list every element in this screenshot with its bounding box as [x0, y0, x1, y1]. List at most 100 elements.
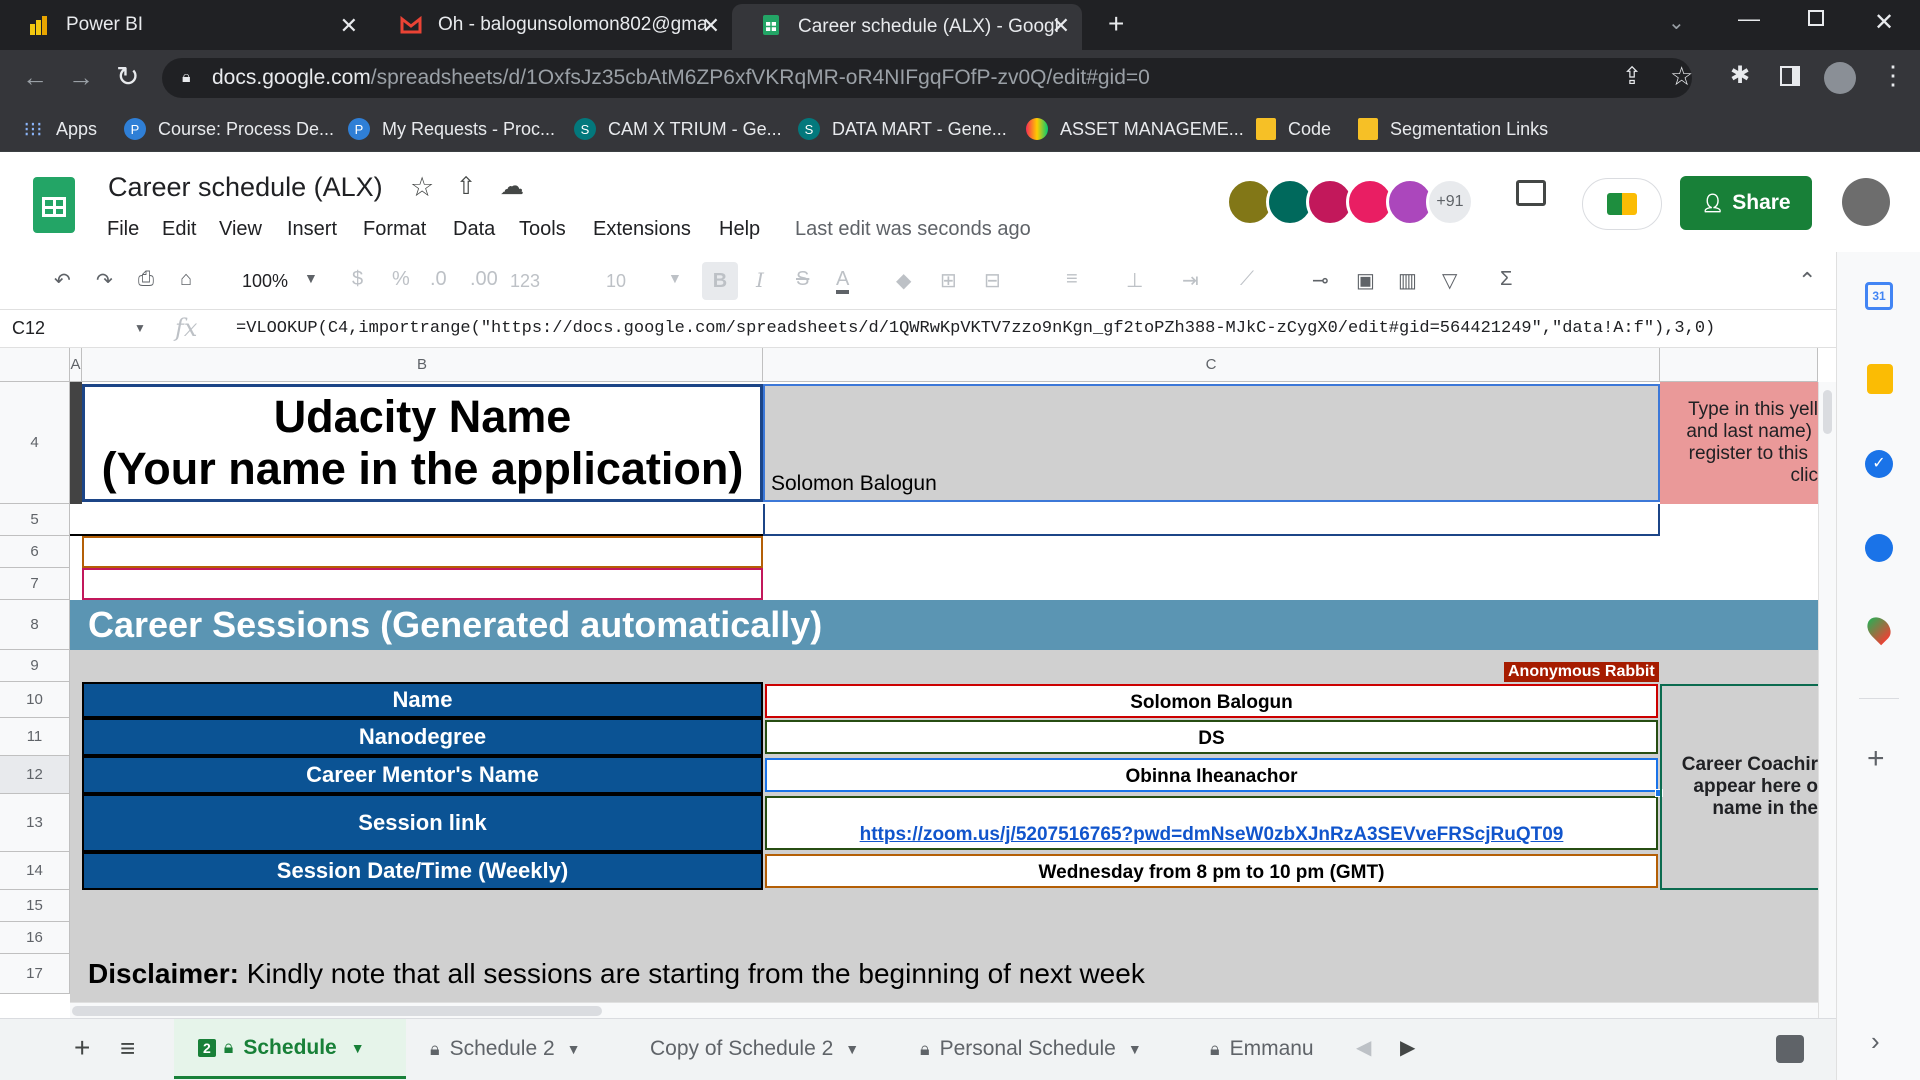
select-all-corner[interactable] [0, 348, 70, 382]
row-header[interactable]: 4 [0, 382, 70, 504]
reload-icon[interactable]: ↻ [116, 60, 139, 93]
horizontal-scrollbar[interactable] [70, 1002, 1818, 1018]
insert-comment-icon[interactable]: ▣ [1356, 268, 1375, 293]
row-header[interactable]: 17 [0, 954, 70, 994]
menu-extensions[interactable]: Extensions [593, 218, 691, 241]
close-window-icon[interactable]: ✕ [1874, 8, 1894, 37]
currency-button[interactable]: $ [352, 268, 363, 291]
sheet-tab-schedule-2[interactable]: 🔒︎ Schedule 2 ▼ [430, 1019, 581, 1079]
cloud-status-icon[interactable]: ☁ [500, 172, 524, 201]
column-header-c[interactable]: C [763, 348, 1660, 382]
row5-cell-c[interactable] [763, 504, 1660, 536]
scrollbar-thumb[interactable] [1823, 390, 1832, 434]
row-header[interactable]: 9 [0, 650, 70, 682]
row-header[interactable]: 8 [0, 600, 70, 650]
bookmark-course[interactable]: P Course: Process De... [124, 115, 334, 143]
bookmark-my-requests[interactable]: P My Requests - Proc... [348, 115, 555, 143]
merge-cells-icon[interactable]: ⊟ [984, 268, 1001, 293]
bookmark-cam-x-trium[interactable]: S CAM X TRIUM - Ge... [574, 115, 782, 143]
menu-tools[interactable]: Tools [519, 218, 566, 241]
scroll-tabs-left-icon[interactable]: ◀ [1356, 1035, 1371, 1060]
table-label-nanodegree[interactable]: Nanodegree [82, 718, 763, 756]
scroll-tabs-right-icon[interactable]: ▶ [1400, 1035, 1415, 1060]
column-header-a[interactable]: A [70, 348, 82, 382]
tab-gmail[interactable]: Oh - balogunsolomon802@gmail ✕ [372, 0, 732, 50]
decrease-decimal-button[interactable]: .0 [430, 268, 447, 291]
tasks-icon[interactable]: ✓ [1865, 450, 1893, 478]
sheet-tab-copy-of-schedule-2[interactable]: Copy of Schedule 2 ▼ [650, 1019, 859, 1079]
row7-cell-b[interactable] [82, 568, 763, 600]
menu-edit[interactable]: Edit [162, 218, 196, 241]
extensions-icon[interactable]: ✱ [1730, 61, 1750, 90]
new-tab-icon[interactable]: + [1108, 8, 1124, 40]
star-icon[interactable]: ☆ [410, 172, 434, 203]
share-page-icon[interactable]: ⇪ [1622, 62, 1642, 91]
italic-icon[interactable]: I [756, 268, 764, 292]
insert-link-icon[interactable]: ⊸ [1312, 268, 1329, 293]
explore-icon[interactable] [1776, 1035, 1804, 1063]
increase-decimal-button[interactable]: .00 [470, 268, 498, 291]
zoom-select[interactable]: 100% [242, 271, 288, 292]
bookmark-data-mart[interactable]: S DATA MART - Gene... [798, 115, 1007, 143]
sheet-tab-emmanu[interactable]: 🔒︎ Emmanu [1210, 1019, 1332, 1079]
bookmark-apps[interactable]: ⁝⁝⁝ Apps [22, 115, 97, 143]
text-color-icon[interactable]: A [836, 268, 850, 294]
sheet-tab-personal-schedule[interactable]: 🔒︎ Personal Schedule ▼ [920, 1019, 1142, 1079]
horizontal-align-icon[interactable]: ≡ [1066, 268, 1078, 291]
forward-icon[interactable]: → [68, 62, 94, 93]
scrollbar-thumb[interactable] [72, 1006, 602, 1016]
account-avatar[interactable] [1842, 178, 1890, 226]
paint-format-icon[interactable]: ⌂ [180, 268, 192, 291]
keep-icon[interactable] [1867, 364, 1893, 394]
column-header-b[interactable]: B [82, 348, 763, 382]
url-field[interactable]: 🔒︎ docs.google.com/spreadsheets/d/1OxfsJ… [162, 58, 1692, 98]
row-header[interactable]: 5 [0, 504, 70, 536]
row-header[interactable]: 6 [0, 536, 70, 568]
hint-cell[interactable]: Type in this yell and last name) registe… [1660, 382, 1818, 504]
row-header[interactable]: 15 [0, 890, 70, 922]
calendar-icon[interactable]: 31 [1865, 282, 1893, 310]
bold-icon[interactable]: B [702, 262, 738, 300]
sheet-tab-schedule[interactable]: 2 🔒︎ Schedule ▼ [174, 1019, 406, 1079]
all-sheets-icon[interactable]: ≡ [120, 1033, 135, 1064]
menu-data[interactable]: Data [453, 218, 495, 241]
maps-icon[interactable] [1862, 612, 1896, 646]
bookmark-star-icon[interactable]: ☆ [1670, 61, 1693, 92]
menu-format[interactable]: Format [363, 218, 426, 241]
browser-menu-icon[interactable]: ⋮ [1880, 60, 1906, 91]
row6-cell-b[interactable] [82, 536, 763, 568]
row-header[interactable]: 13 [0, 794, 70, 852]
menu-file[interactable]: File [107, 218, 139, 241]
menu-view[interactable]: View [219, 218, 262, 241]
column-header-d[interactable] [1660, 348, 1818, 382]
side-note-cell[interactable]: Career Coachir appear here o name in the [1660, 684, 1818, 890]
name-box[interactable]: C12 [12, 318, 45, 339]
more-collaborators-badge[interactable]: +91 [1426, 178, 1474, 226]
font-size-field[interactable]: 10 [606, 271, 626, 292]
table-label-session-time[interactable]: Session Date/Time (Weekly) [82, 852, 763, 890]
session-link[interactable]: https://zoom.us/j/5207516765?pwd=dmNseW0… [860, 824, 1564, 846]
section-header[interactable]: Career Sessions (Generated automatically… [70, 600, 1818, 650]
vertical-scrollbar[interactable] [1818, 382, 1836, 1018]
redo-icon[interactable]: ↷ [96, 268, 113, 293]
bookmark-code[interactable]: Code [1256, 115, 1331, 143]
side-panel-icon[interactable] [1780, 66, 1800, 86]
formula-input[interactable]: =VLOOKUP(C4,importrange("https://docs.go… [236, 319, 1715, 338]
table-label-session-link[interactable]: Session link [82, 794, 763, 852]
collapse-menus-icon[interactable]: ⌃ [1798, 268, 1816, 294]
vertical-align-icon[interactable]: ⊥ [1126, 268, 1143, 293]
percent-button[interactable]: % [392, 268, 410, 291]
table-value-nanodegree[interactable]: DS [765, 720, 1658, 754]
text-wrap-icon[interactable]: ⇥ [1182, 268, 1199, 293]
fill-color-icon[interactable]: ◆ [896, 268, 911, 293]
bookmark-segmentation-links[interactable]: Segmentation Links [1358, 115, 1548, 143]
row-header[interactable]: 14 [0, 852, 70, 890]
name-label-cell[interactable]: Udacity Name (Your name in the applicati… [82, 384, 763, 502]
share-button[interactable]: 👤︎ Share [1680, 176, 1812, 230]
row-header[interactable]: 12 [0, 756, 70, 794]
borders-icon[interactable]: ⊞ [940, 268, 957, 293]
table-value-mentor[interactable]: Obinna Iheanachor [765, 758, 1658, 792]
show-side-panel-icon[interactable]: › [1871, 1026, 1880, 1057]
get-addons-icon[interactable]: + [1867, 742, 1885, 776]
bookmark-asset-management[interactable]: ASSET MANAGEME... [1026, 115, 1244, 143]
